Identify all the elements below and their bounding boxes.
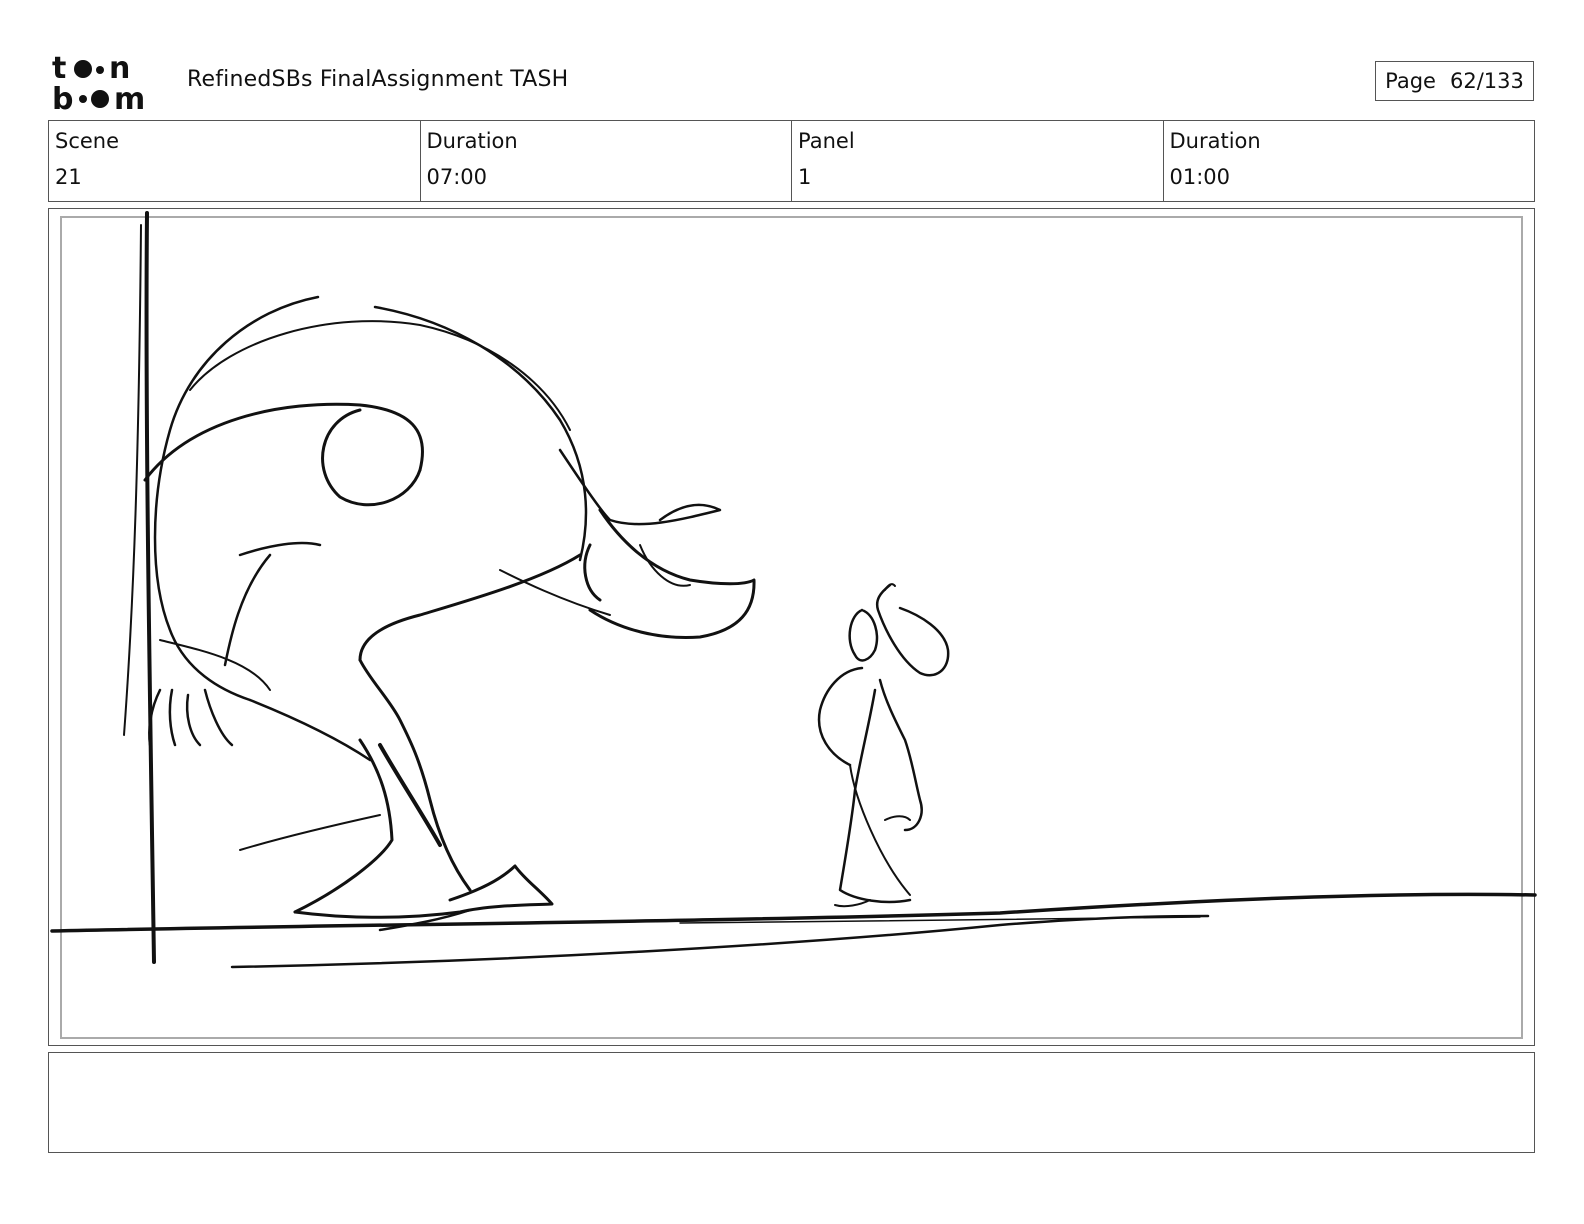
panel-notes-box: [48, 1052, 1535, 1153]
storyboard-sketch: [50, 211, 1537, 969]
